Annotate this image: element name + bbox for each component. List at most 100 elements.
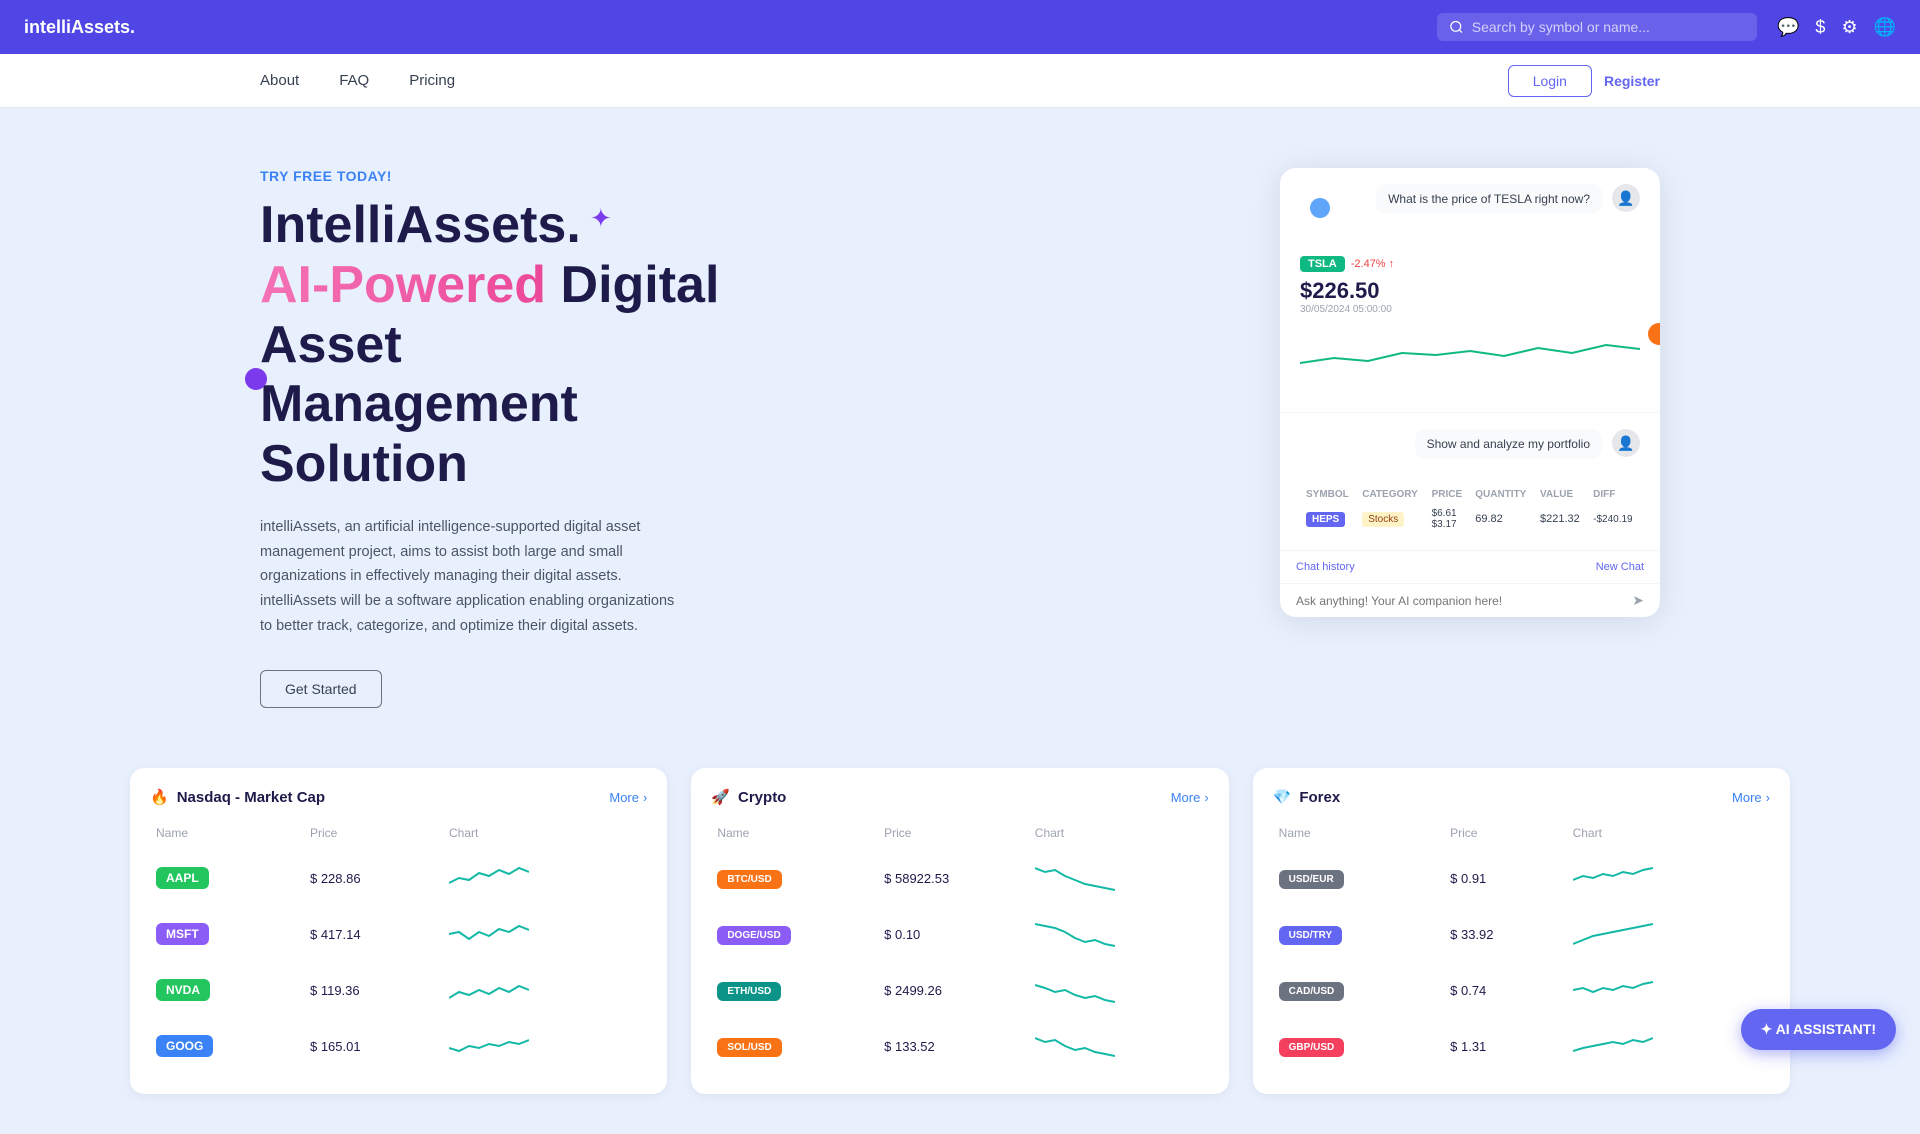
portfolio-header-row: SYMBOL CATEGORY PRICE QUANTITY VALUE DIF…	[1300, 485, 1640, 504]
portfolio-section: SYMBOL CATEGORY PRICE QUANTITY VALUE DIF…	[1280, 485, 1660, 550]
symbol-cell: NVDA	[150, 962, 304, 1018]
chart-cell	[1567, 1018, 1770, 1074]
chat-input-row: ➤	[1280, 583, 1660, 617]
search-bar[interactable]	[1437, 13, 1757, 41]
nasdaq-more[interactable]: More ›	[609, 790, 647, 805]
nasdaq-label: Nasdaq - Market Cap	[177, 789, 325, 806]
login-button[interactable]: Login	[1508, 65, 1592, 97]
forex-more[interactable]: More ›	[1732, 790, 1770, 805]
symbol-cell: GOOG	[150, 1018, 304, 1074]
logo: intelliAssets.	[24, 17, 135, 38]
chat-history-link[interactable]: Chat history	[1296, 561, 1355, 573]
avatar-1: 👤	[1612, 184, 1640, 212]
hero-title: IntelliAssets. AI-Powered DigitalAssetMa…	[260, 196, 1200, 495]
new-chat-link[interactable]: New Chat	[1596, 561, 1644, 573]
top-navbar: intelliAssets. 💬 $ ⚙ 🌐	[0, 0, 1920, 54]
portfolio-quantity: 69.82	[1469, 504, 1534, 534]
nav-link-about[interactable]: About	[260, 72, 299, 89]
stock-info-section: TSLA -2.47% ↑ $226.50 30/05/2024 05:00:0…	[1280, 240, 1660, 412]
symbol-cell: CAD/USD	[1273, 962, 1444, 1018]
send-icon[interactable]: ➤	[1632, 592, 1644, 609]
stock-change-badge: -2.47% ↑	[1351, 258, 1394, 270]
forex-label: Forex	[1299, 789, 1340, 806]
hero-title-gradient: AI-Powered	[260, 256, 546, 314]
nasdaq-title: 🔥 Nasdaq - Market Cap	[150, 788, 325, 806]
symbol-cell: GBP/USD	[1273, 1018, 1444, 1074]
translate-icon[interactable]: 🌐	[1874, 17, 1896, 38]
table-row: SOL/USD $ 133.52	[711, 1018, 1208, 1074]
chat-input[interactable]	[1296, 594, 1624, 608]
table-row: GBP/USD $ 1.31	[1273, 1018, 1770, 1074]
table-row: NVDA $ 119.36	[150, 962, 647, 1018]
th-price-3: Price	[1444, 822, 1566, 850]
chart-cell	[443, 906, 647, 962]
register-button[interactable]: Register	[1604, 65, 1660, 97]
th-price-2: Price	[878, 822, 1029, 850]
table-row: ETH/USD $ 2499.26	[711, 962, 1208, 1018]
chart-cell	[1029, 906, 1209, 962]
forex-header: 💎 Forex More ›	[1273, 788, 1770, 806]
stock-symbol-badge: TSLA	[1300, 256, 1345, 272]
price-cell: $ 133.52	[878, 1018, 1029, 1074]
nav-link-pricing[interactable]: Pricing	[409, 72, 455, 89]
stock-sparkline	[1300, 323, 1640, 383]
price-cell: $ 417.14	[304, 906, 443, 962]
hero-badge: TRY FREE TODAY!	[260, 168, 1200, 184]
chat-text-1: What is the price of TESLA right now?	[1388, 192, 1590, 206]
table-row: DOGE/USD $ 0.10	[711, 906, 1208, 962]
chart-cell	[443, 962, 647, 1018]
chart-cell	[1567, 906, 1770, 962]
nasdaq-table: Name Price Chart AAPL $ 228.86 MSFT $ 41…	[150, 822, 647, 1074]
nasdaq-icon: 🔥	[150, 788, 169, 806]
portfolio-row: HEPS Stocks $6.61$3.17 69.82 $221.32 -$2…	[1300, 504, 1640, 534]
crypto-card: 🚀 Crypto More › Name Price Chart BTC/USD	[691, 768, 1228, 1094]
col-price: PRICE	[1426, 485, 1470, 504]
crypto-table: Name Price Chart BTC/USD $ 58922.53 DOGE…	[711, 822, 1208, 1074]
sparkle-icon: ✦	[590, 203, 612, 234]
symbol-cell: SOL/USD	[711, 1018, 878, 1074]
table-row: CAD/USD $ 0.74	[1273, 962, 1770, 1018]
hero-title-part1: IntelliAssets.	[260, 196, 581, 254]
stocks-badge: Stocks	[1362, 512, 1404, 527]
nasdaq-card: 🔥 Nasdaq - Market Cap More › Name Price …	[130, 768, 667, 1094]
nav-actions: Login Register	[1508, 65, 1660, 97]
nav-links: About FAQ Pricing	[260, 72, 1508, 89]
forex-table: Name Price Chart USD/EUR $ 0.91 USD/TRY …	[1273, 822, 1770, 1074]
chart-cell	[1567, 962, 1770, 1018]
market-section: 🔥 Nasdaq - Market Cap More › Name Price …	[0, 748, 1920, 1134]
get-started-button[interactable]: Get Started	[260, 670, 382, 708]
crypto-more[interactable]: More ›	[1171, 790, 1209, 805]
portfolio-diff: -$240.19	[1587, 504, 1640, 534]
nav-link-faq[interactable]: FAQ	[339, 72, 369, 89]
price-cell: $ 33.92	[1444, 906, 1566, 962]
chat-icon[interactable]: 💬	[1777, 17, 1799, 38]
th-chart-3: Chart	[1567, 822, 1770, 850]
price-cell: $ 119.36	[304, 962, 443, 1018]
price-cell: $ 228.86	[304, 850, 443, 906]
chart-cell	[1029, 850, 1209, 906]
col-diff: DIFF	[1587, 485, 1640, 504]
price-cell: $ 0.10	[878, 906, 1029, 962]
price-cell: $ 0.74	[1444, 962, 1566, 1018]
blue-decorative-dot	[1310, 198, 1330, 218]
th-name-3: Name	[1273, 822, 1444, 850]
dollar-icon[interactable]: $	[1815, 17, 1825, 38]
th-name-1: Name	[150, 822, 304, 850]
nasdaq-header: 🔥 Nasdaq - Market Cap More ›	[150, 788, 647, 806]
nasdaq-header-row: Name Price Chart	[150, 822, 647, 850]
chart-cell	[1567, 850, 1770, 906]
search-input[interactable]	[1472, 19, 1745, 35]
symbol-cell: ETH/USD	[711, 962, 878, 1018]
crypto-header-row: Name Price Chart	[711, 822, 1208, 850]
symbol-cell: DOGE/USD	[711, 906, 878, 962]
ai-assistant-button[interactable]: ✦ AI ASSISTANT!	[1741, 1009, 1896, 1050]
col-symbol: SYMBOL	[1300, 485, 1356, 504]
col-quantity: QUANTITY	[1469, 485, 1534, 504]
th-price-1: Price	[304, 822, 443, 850]
settings-icon[interactable]: ⚙	[1841, 17, 1857, 38]
chart-cell	[1029, 1018, 1209, 1074]
crypto-icon: 🚀	[711, 788, 730, 806]
table-row: USD/TRY $ 33.92	[1273, 906, 1770, 962]
symbol-cell: BTC/USD	[711, 850, 878, 906]
forex-header-row: Name Price Chart	[1273, 822, 1770, 850]
